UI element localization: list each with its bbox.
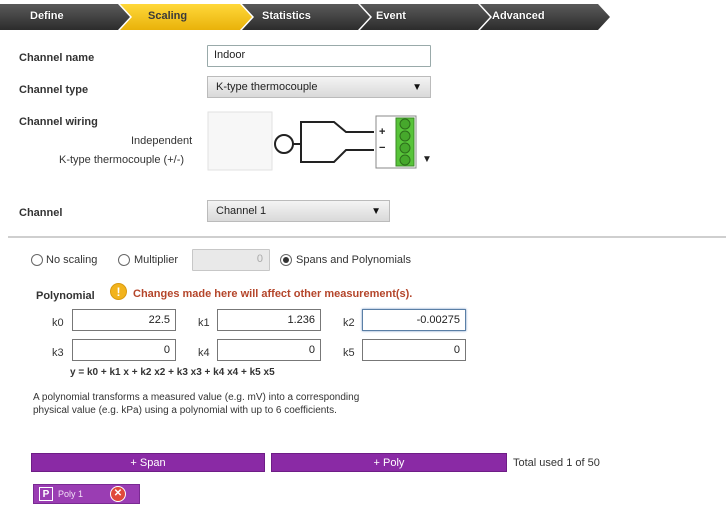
channel-select-value: Channel 1 — [216, 205, 267, 217]
add-span-button[interactable]: + Span — [31, 453, 265, 472]
multiplier-input[interactable]: 0 — [192, 249, 270, 271]
channel-type-label: Channel type — [19, 84, 89, 96]
channel-type-value: K-type thermocouple — [216, 81, 318, 93]
channel-type-select[interactable]: K-type thermocouple ▼ — [207, 76, 431, 98]
scaling-settings-window: Define Scaling Statistics Event Advanced… — [0, 0, 726, 507]
k4-input[interactable]: 0 — [217, 339, 321, 361]
channel-label: Channel — [19, 207, 63, 219]
tab-statistics[interactable]: Statistics — [262, 10, 311, 22]
wiring-diagram[interactable]: + − ▼ — [206, 110, 436, 172]
wizard-tabs: Define Scaling Statistics Event Advanced — [0, 0, 726, 30]
channel-select[interactable]: Channel 1 ▼ — [207, 200, 390, 222]
k3-input[interactable]: 0 — [72, 339, 176, 361]
terminal-plus-label: + — [379, 126, 386, 138]
add-poly-button[interactable]: + Poly — [271, 453, 507, 472]
wiring-description-text: K-type thermocouple (+/-) — [59, 154, 185, 166]
k3-label: k3 — [52, 347, 64, 359]
chevron-down-icon: ▼ — [371, 206, 381, 217]
poly-badge-icon: P — [39, 487, 53, 501]
section-divider — [8, 236, 726, 238]
terminal-minus-label: − — [379, 142, 386, 154]
tab-event[interactable]: Event — [376, 10, 406, 22]
no-scaling-radio[interactable] — [31, 254, 43, 266]
k4-label: k4 — [198, 347, 210, 359]
no-scaling-label[interactable]: No scaling — [46, 254, 97, 266]
channel-name-input[interactable]: Indoor — [207, 45, 431, 67]
multiplier-label[interactable]: Multiplier — [134, 254, 178, 266]
poly-item-label: Poly 1 — [58, 489, 84, 499]
channel-wiring-label: Channel wiring — [19, 116, 98, 128]
tab-strip-graphic — [0, 4, 610, 30]
help-text-line-1: A polynomial transforms a measured value… — [33, 392, 360, 403]
channel-name-label: Channel name — [19, 52, 95, 64]
close-icon[interactable]: ✕ — [110, 486, 126, 502]
thermocouple-wiring-icon — [207, 111, 417, 171]
help-text-line-2: physical value (e.g. kPa) using a polyno… — [33, 405, 337, 416]
poly-item[interactable]: P Poly 1 ✕ — [33, 484, 140, 504]
warning-message: Changes made here will affect other meas… — [133, 288, 413, 300]
multiplier-radio[interactable] — [118, 254, 130, 266]
chevron-down-icon[interactable]: ▼ — [422, 154, 432, 165]
k5-input[interactable]: 0 — [362, 339, 466, 361]
k1-label: k1 — [198, 317, 210, 329]
spans-polynomials-radio[interactable] — [280, 254, 292, 266]
k0-input[interactable]: 22.5 — [72, 309, 176, 331]
k2-label: k2 — [343, 317, 355, 329]
total-used-text: Total used 1 of 50 — [513, 457, 600, 469]
warning-icon: ! — [110, 283, 127, 300]
chevron-down-icon: ▼ — [412, 82, 422, 93]
k0-label: k0 — [52, 317, 64, 329]
spans-polynomials-label[interactable]: Spans and Polynomials — [296, 254, 411, 266]
tab-define-shape[interactable] — [0, 4, 130, 30]
k1-input[interactable]: 1.236 — [217, 309, 321, 331]
polynomial-label: Polynomial — [36, 290, 95, 302]
tab-advanced[interactable]: Advanced — [492, 10, 545, 22]
k2-input[interactable]: -0.00275 — [362, 309, 466, 331]
wiring-mode-text: Independent — [131, 135, 193, 147]
tab-define[interactable]: Define — [30, 10, 64, 22]
polynomial-formula: y = k0 + k1 x + k2 x2 + k3 x3 + k4 x4 + … — [70, 367, 275, 378]
k5-label: k5 — [343, 347, 355, 359]
tab-scaling[interactable]: Scaling — [148, 10, 187, 22]
